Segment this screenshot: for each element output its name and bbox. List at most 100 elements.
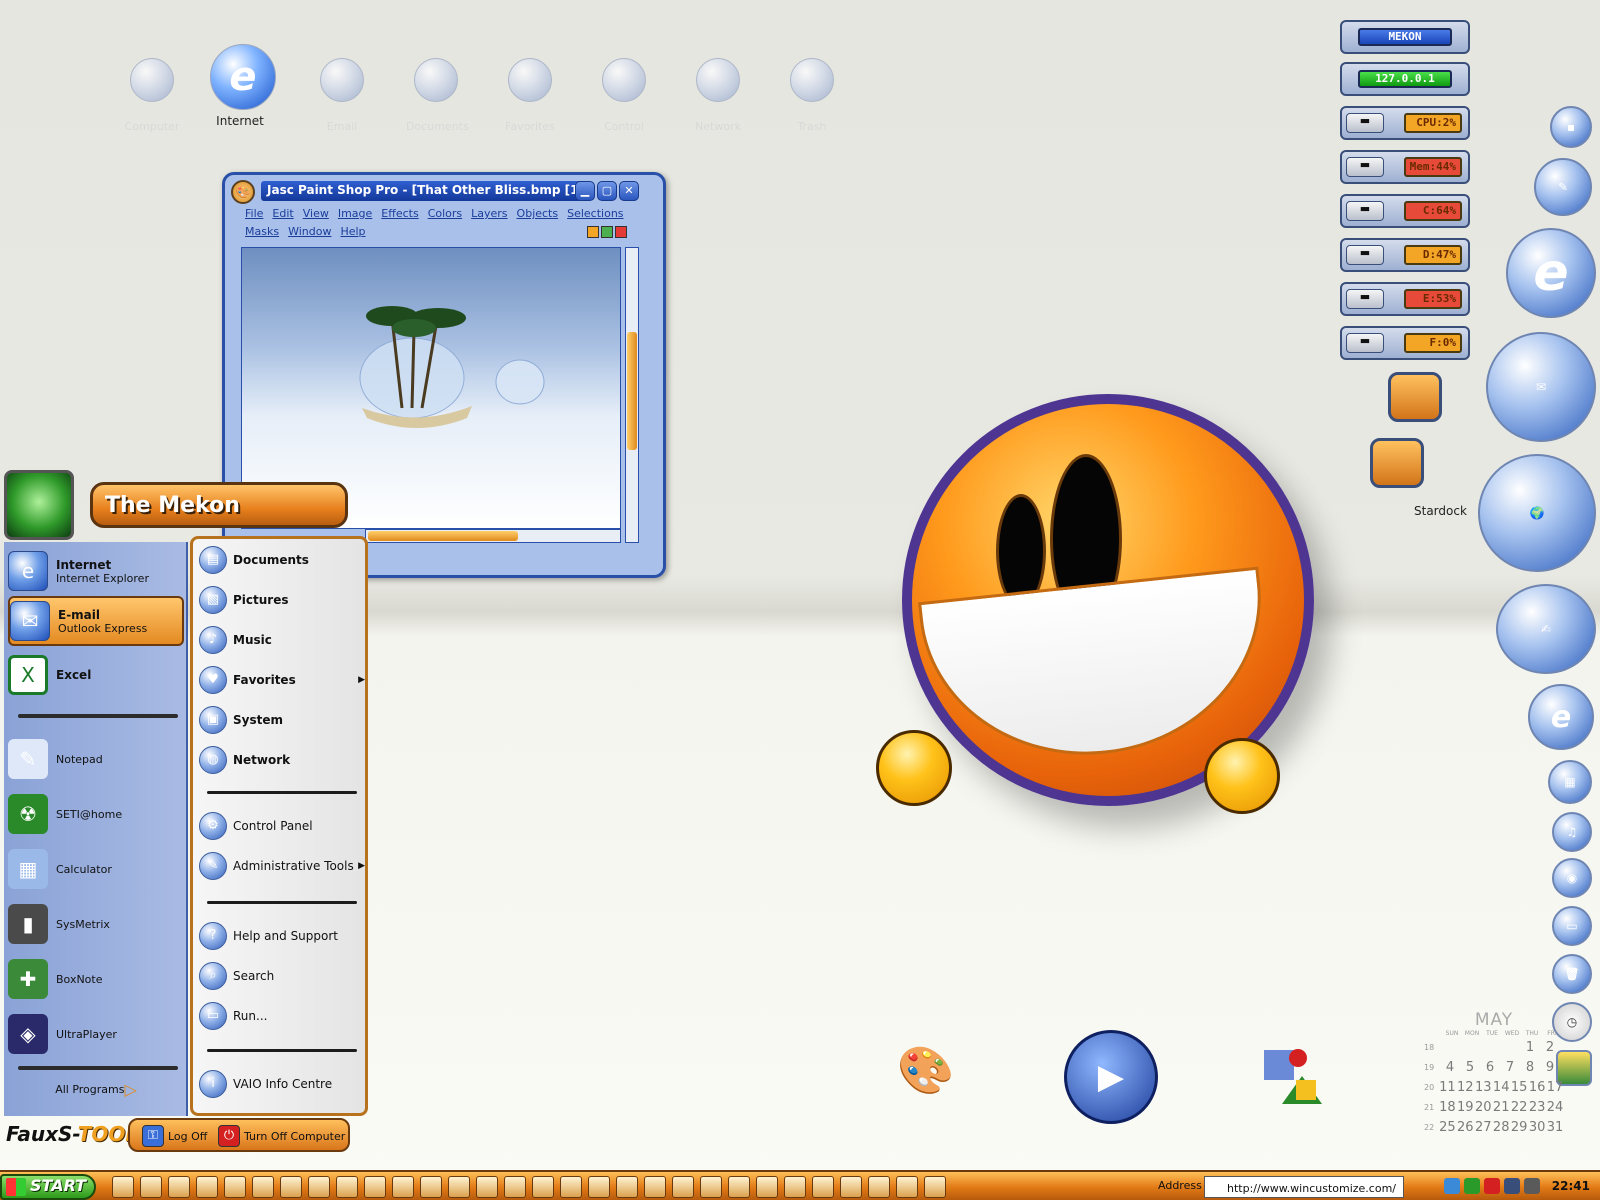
menu-item[interactable]: View (303, 207, 329, 220)
user-avatar[interactable] (4, 470, 74, 540)
start-pinned-item[interactable]: ✉ E-mail Outlook Express (8, 596, 184, 646)
turn-off-button[interactable]: ⏻ Turn Off Computer (218, 1124, 345, 1148)
desktop-icon-2[interactable]: Email (312, 58, 372, 133)
volume-tray-icon[interactable] (1524, 1178, 1540, 1194)
calendar-day[interactable]: 31 (1546, 1120, 1564, 1135)
desktop-icon-6[interactable]: Network (688, 58, 748, 133)
calendar-day[interactable]: 2 (1540, 1040, 1560, 1055)
quick-launch-icon[interactable] (504, 1176, 526, 1198)
media-player-icon[interactable]: ▶ (1064, 1030, 1158, 1124)
menu-item[interactable]: File (245, 207, 263, 220)
doc-close-button[interactable] (615, 226, 627, 238)
calendar-day[interactable]: 1 (1520, 1040, 1540, 1055)
quick-launch-icon[interactable] (224, 1176, 246, 1198)
start-place-item[interactable]: ? Help and Support (199, 919, 365, 953)
desktop-icon-0[interactable]: Computer (122, 58, 182, 133)
calendar-day[interactable]: 16 (1528, 1080, 1546, 1095)
quick-launch-icon[interactable] (924, 1176, 946, 1198)
scroll-thumb[interactable] (627, 332, 637, 450)
mail-stamp-icon[interactable]: ✉ (1486, 332, 1596, 442)
seti-tray-icon[interactable] (1464, 1178, 1480, 1194)
menu-item[interactable]: Help (340, 225, 365, 238)
quick-launch-icon[interactable] (448, 1176, 470, 1198)
quick-launch-icon[interactable] (784, 1176, 806, 1198)
quick-launch-icon[interactable] (196, 1176, 218, 1198)
stardock-cup-icon[interactable] (1370, 438, 1424, 488)
start-recent-item[interactable]: ▮ SysMetrix (8, 899, 184, 949)
start-place-item[interactable]: ⌕ Search (199, 959, 365, 993)
start-place-item[interactable]: ▧ Pictures (199, 583, 365, 617)
internet-explorer-icon[interactable]: e (1506, 228, 1596, 318)
quick-launch-icon[interactable] (812, 1176, 834, 1198)
start-button[interactable]: START (0, 1174, 96, 1200)
quick-launch-icon[interactable] (140, 1176, 162, 1198)
quick-launch-icon[interactable] (700, 1176, 722, 1198)
pictures-icon[interactable]: ▦ (1548, 760, 1592, 804)
quick-launch-icon[interactable] (308, 1176, 330, 1198)
calendar-day[interactable]: 23 (1528, 1100, 1546, 1115)
horizontal-scrollbar[interactable] (365, 529, 621, 543)
monitor-icon[interactable]: ▭ (1552, 906, 1592, 946)
calendar-day[interactable]: 17 (1546, 1080, 1564, 1095)
start-place-item[interactable]: ◍ Network (199, 743, 365, 777)
calendar-day[interactable]: 5 (1460, 1060, 1480, 1075)
ie-document-icon[interactable]: e (1528, 684, 1594, 750)
music-icon[interactable]: ♫ (1552, 812, 1592, 852)
start-place-item[interactable]: ▤ Documents (199, 543, 365, 577)
calendar-day[interactable]: 30 (1528, 1120, 1546, 1135)
quick-launch-icon[interactable] (420, 1176, 442, 1198)
calendar-day[interactable]: 6 (1480, 1060, 1500, 1075)
start-place-item[interactable]: ▣ System (199, 703, 365, 737)
calendar-day[interactable]: 7 (1500, 1060, 1520, 1075)
quick-launch-icon[interactable] (896, 1176, 918, 1198)
calendar-day[interactable]: 28 (1492, 1120, 1510, 1135)
quick-launch-icon[interactable] (364, 1176, 386, 1198)
menu-item[interactable]: Effects (381, 207, 418, 220)
computer-icon[interactable]: ▪ (1550, 106, 1592, 148)
menu-item[interactable]: Objects (517, 207, 559, 220)
calendar-day[interactable]: 19 (1456, 1100, 1474, 1115)
menu-item[interactable]: Colors (428, 207, 462, 220)
calendar-day[interactable]: 14 (1492, 1080, 1510, 1095)
paint-palette-icon[interactable]: 🎨 (896, 1040, 956, 1100)
quick-launch-icon[interactable] (728, 1176, 750, 1198)
quick-launch-icon[interactable] (280, 1176, 302, 1198)
quick-launch-icon[interactable] (588, 1176, 610, 1198)
quick-launch-icon[interactable] (252, 1176, 274, 1198)
calendar-day[interactable]: 12 (1456, 1080, 1474, 1095)
start-recent-item[interactable]: ✚ BoxNote (8, 954, 184, 1004)
start-place-item[interactable]: ▭ Run... (199, 999, 365, 1033)
calendar-day[interactable]: 13 (1474, 1080, 1492, 1095)
doc-minimize-button[interactable] (587, 226, 599, 238)
quick-launch-icon[interactable] (112, 1176, 134, 1198)
quick-launch-icon[interactable] (868, 1176, 890, 1198)
menu-item[interactable]: Edit (272, 207, 293, 220)
calendar-day[interactable]: 18 (1438, 1100, 1456, 1115)
menu-item[interactable]: Selections (567, 207, 623, 220)
palette-icon[interactable]: 🎨 (231, 180, 255, 204)
cd-icon[interactable]: ◉ (1552, 858, 1592, 898)
calendar-day[interactable]: 24 (1546, 1100, 1564, 1115)
vertical-scrollbar[interactable] (625, 247, 639, 543)
quick-launch-icon[interactable] (756, 1176, 778, 1198)
calendar-day[interactable]: 9 (1540, 1060, 1560, 1075)
calendar-day[interactable]: 22 (1510, 1100, 1528, 1115)
trash-icon[interactable]: 🗑 (1552, 954, 1592, 994)
vaio-info-item[interactable]: i VAIO Info Centre (199, 1067, 365, 1101)
calendar-day[interactable]: 26 (1456, 1120, 1474, 1135)
start-place-item[interactable]: ⚙ Control Panel (199, 809, 365, 843)
quick-launch-icon[interactable] (476, 1176, 498, 1198)
quick-launch-icon[interactable] (560, 1176, 582, 1198)
messenger-tray-icon[interactable] (1504, 1178, 1520, 1194)
desktop-icon-4[interactable]: Favorites (500, 58, 560, 133)
calendar-day[interactable]: 25 (1438, 1120, 1456, 1135)
close-button[interactable]: ✕ (619, 181, 639, 201)
all-programs-button[interactable]: All Programs ▷ (8, 1074, 184, 1104)
log-off-button[interactable]: ⚿ Log Off (142, 1124, 207, 1148)
doc-restore-button[interactable] (601, 226, 613, 238)
quick-launch-icon[interactable] (392, 1176, 414, 1198)
start-recent-item[interactable]: ◈ UltraPlayer (8, 1009, 184, 1059)
maximize-button[interactable]: ▢ (597, 181, 617, 201)
quick-launch-icon[interactable] (644, 1176, 666, 1198)
start-place-item[interactable]: ♪ Music (199, 623, 365, 657)
